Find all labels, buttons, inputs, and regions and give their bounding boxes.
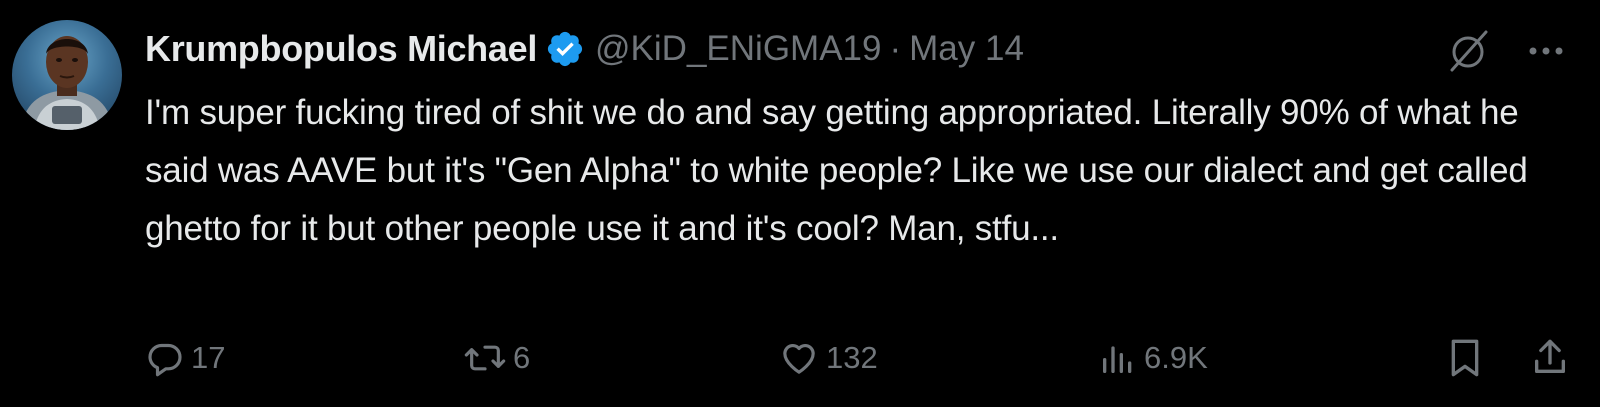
like-count: 132 <box>826 340 878 375</box>
reply-count: 17 <box>191 340 226 375</box>
retweet-button[interactable]: 6 <box>463 333 530 383</box>
bookmark-button[interactable] <box>1445 333 1491 383</box>
verified-badge-icon[interactable] <box>545 29 585 69</box>
retweet-count: 6 <box>513 340 531 375</box>
views-count: 6.9K <box>1144 340 1208 375</box>
retweet-icon <box>464 345 506 371</box>
top-icons <box>1446 28 1566 79</box>
tweet-header: Krumpbopulos Michael @KiD_ENiGMA19 · May… <box>145 24 1024 74</box>
avatar[interactable] <box>12 20 122 130</box>
heart-icon <box>783 344 815 374</box>
grok-icon[interactable] <box>1446 28 1492 79</box>
author-handle[interactable]: @KiD_ENiGMA19 <box>595 29 881 69</box>
action-bar: 17 6 132 6.9K <box>145 333 1565 383</box>
views-icon <box>1103 346 1132 373</box>
like-button[interactable]: 132 <box>778 333 878 383</box>
reply-icon <box>148 343 182 377</box>
display-name[interactable]: Krumpbopulos Michael <box>145 28 537 70</box>
separator-dot: · <box>889 29 902 68</box>
bookmark-icon <box>1451 339 1479 377</box>
share-button[interactable] <box>1530 333 1576 383</box>
views-button[interactable]: 6.9K <box>1098 333 1208 383</box>
tweet-card[interactable]: Krumpbopulos Michael @KiD_ENiGMA19 · May… <box>0 0 1600 407</box>
tweet-text: I'm super fucking tired of shit we do an… <box>145 93 1528 248</box>
reply-button[interactable]: 17 <box>145 333 225 383</box>
more-icon[interactable] <box>1526 41 1566 66</box>
tweet-date[interactable]: May 14 <box>909 29 1024 69</box>
share-icon <box>1535 339 1565 373</box>
